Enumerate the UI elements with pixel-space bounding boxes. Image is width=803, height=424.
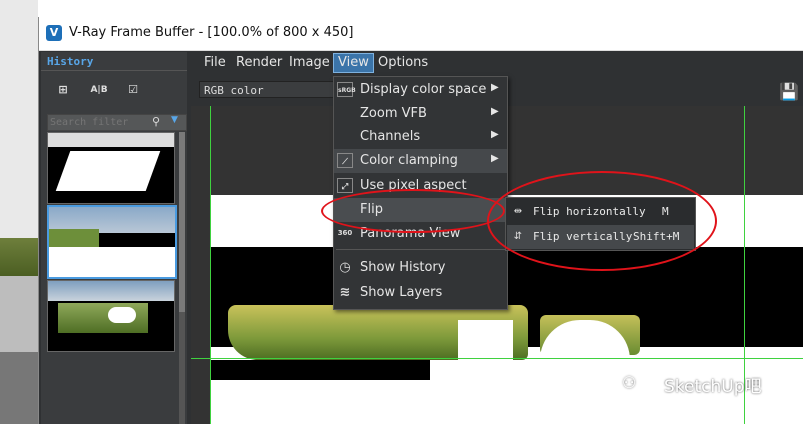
menu-separator xyxy=(336,249,505,250)
menu-item-label: Show History xyxy=(360,260,446,275)
window-title: V-Ray Frame Buffer - [100.0% of 800 x 45… xyxy=(69,25,354,40)
annotation-circle xyxy=(321,189,505,233)
history-thumbnail[interactable] xyxy=(47,132,175,204)
rgb-icon: sRGB xyxy=(337,82,356,97)
layers-icon: ≋ xyxy=(339,285,351,300)
menu-file[interactable]: File xyxy=(204,55,226,70)
add-history-icon[interactable]: ⊞ xyxy=(52,80,74,100)
menu-render[interactable]: Render xyxy=(236,55,282,70)
background-scene-floor xyxy=(0,352,38,424)
history-scrollbar-thumb[interactable] xyxy=(179,132,185,312)
search-filter-input[interactable] xyxy=(50,116,142,129)
menu-image[interactable]: Image xyxy=(289,55,330,70)
history-icon: ◷ xyxy=(339,260,351,275)
menu-item-label: Color clamping xyxy=(360,153,458,168)
search-icon[interactable]: ⚲ xyxy=(152,115,160,128)
history-panel-title: History xyxy=(47,55,94,68)
render-shadow xyxy=(210,360,430,380)
background-scene-wall xyxy=(0,276,38,352)
vray-logo-icon: V xyxy=(46,25,62,41)
menu-item-label: Display color space xyxy=(360,82,487,97)
background-scene-grass xyxy=(0,238,38,276)
menu-item-display-color-space[interactable]: sRGB Display color space ▶ xyxy=(334,78,507,102)
menu-item-color-clamping[interactable]: ⟋ Color clamping ▶ xyxy=(334,149,507,173)
chevron-right-icon: ▶ xyxy=(491,129,499,140)
clamp-icon: ⟋ xyxy=(337,153,353,168)
history-panel: History ⊞ A|B ☑ ⚲ ▼ xyxy=(41,52,187,424)
menu-item-channels[interactable]: Channels ▶ xyxy=(334,125,507,149)
ab-compare-icon[interactable]: A|B xyxy=(88,80,110,100)
channel-select[interactable]: RGB color xyxy=(199,81,339,98)
menu-item-label: Channels xyxy=(360,129,421,144)
title-bar[interactable]: V V-Ray Frame Buffer - [100.0% of 800 x … xyxy=(39,17,803,51)
chevron-right-icon: ▶ xyxy=(491,153,499,164)
menu-bar: File Render Image View Options xyxy=(191,52,803,74)
menu-item-show-history[interactable]: ◷ Show History xyxy=(334,256,507,280)
menu-item-zoom-vfb[interactable]: Zoom VFB ▶ xyxy=(334,102,507,126)
chevron-right-icon: ▶ xyxy=(491,106,499,117)
annotation-circle xyxy=(487,171,717,271)
checklist-icon[interactable]: ☑ xyxy=(122,80,144,100)
search-filter-box[interactable]: ⚲ ▼ xyxy=(47,114,187,131)
chevron-down-icon[interactable]: ▼ xyxy=(171,115,178,125)
menu-item-label: Show Layers xyxy=(360,285,443,300)
divider xyxy=(41,70,187,71)
pixel-aspect-icon: ⤢ xyxy=(337,178,353,193)
chevron-right-icon: ▶ xyxy=(491,82,499,93)
save-icon[interactable]: 💾 xyxy=(779,82,799,101)
menu-view[interactable]: View xyxy=(333,53,374,73)
history-thumbnail-selected[interactable] xyxy=(47,205,177,279)
watermark-text: SketchUp吧 xyxy=(664,377,762,397)
guide-line-vertical xyxy=(210,106,211,424)
menu-options[interactable]: Options xyxy=(378,55,428,70)
panorama-icon: 360 xyxy=(337,229,353,237)
wechat-icon: ⚇ xyxy=(622,373,637,392)
menu-item-show-layers[interactable]: ≋ Show Layers xyxy=(334,281,507,305)
guide-line-horizontal xyxy=(191,358,803,359)
history-thumbnail[interactable] xyxy=(47,280,175,352)
menu-item-label: Zoom VFB xyxy=(360,106,427,121)
